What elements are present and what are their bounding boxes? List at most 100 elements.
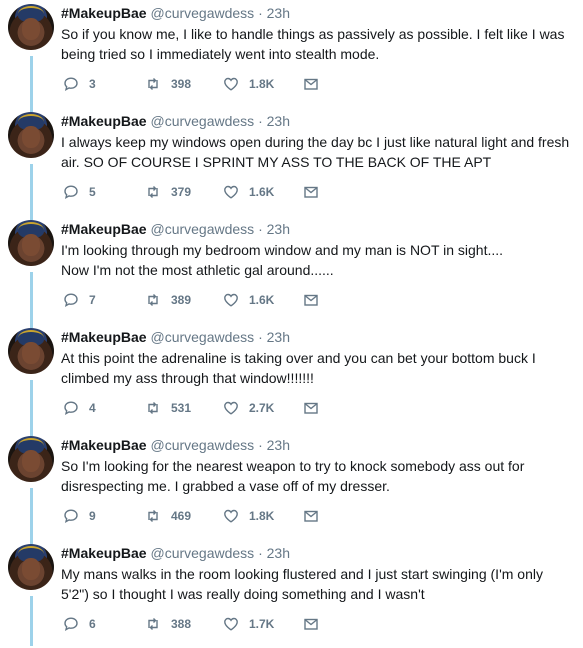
envelope-icon <box>303 616 319 632</box>
envelope-icon <box>303 184 319 200</box>
reply-count: 6 <box>89 617 96 631</box>
reply-count: 9 <box>89 509 96 523</box>
retweet-icon <box>145 184 161 200</box>
separator-dot: · <box>258 221 263 237</box>
retweet-count: 379 <box>171 185 192 199</box>
reply-button[interactable]: 6 <box>63 616 96 632</box>
user-handle[interactable]: @curvegawdess <box>150 329 254 345</box>
tweet-header: #MakeupBae @curvegawdess · 23h <box>61 220 290 238</box>
thread-connector-line <box>30 380 33 436</box>
like-button[interactable]: 1.6K <box>223 184 274 200</box>
separator-dot: · <box>258 5 263 21</box>
heart-icon <box>223 292 239 308</box>
retweet-count: 398 <box>171 77 192 91</box>
reply-count: 3 <box>89 77 96 91</box>
retweet-icon <box>145 400 161 416</box>
tweet-text: My mans walks in the room looking fluste… <box>61 566 543 602</box>
user-handle[interactable]: @curvegawdess <box>150 437 254 453</box>
tweet[interactable]: #MakeupBae @curvegawdess · 23h I'm lookin… <box>0 216 583 328</box>
reply-count: 4 <box>89 401 96 415</box>
avatar[interactable] <box>8 436 54 482</box>
reply-count: 7 <box>89 293 96 307</box>
retweet-button[interactable]: 379 <box>145 184 191 200</box>
like-button[interactable]: 1.8K <box>223 508 274 524</box>
reply-icon <box>63 616 79 632</box>
thread-connector-line <box>30 56 33 112</box>
tweet[interactable]: #MakeupBae @curvegawdess · 23h My mans wa… <box>0 540 583 648</box>
retweet-count: 389 <box>171 293 192 307</box>
timestamp[interactable]: 23h <box>267 329 290 345</box>
direct-message-button[interactable] <box>303 292 319 308</box>
retweet-button[interactable]: 469 <box>145 508 191 524</box>
direct-message-button[interactable] <box>303 508 319 524</box>
retweet-icon <box>145 76 161 92</box>
like-count: 1.7K <box>249 617 275 631</box>
display-name[interactable]: #MakeupBae <box>61 329 147 345</box>
user-handle[interactable]: @curvegawdess <box>150 113 254 129</box>
avatar[interactable] <box>8 328 54 374</box>
avatar[interactable] <box>8 220 54 266</box>
tweet[interactable]: #MakeupBae @curvegawdess · 23h So if you … <box>0 0 583 112</box>
timestamp[interactable]: 23h <box>267 5 290 21</box>
retweet-count: 469 <box>171 509 192 523</box>
tweet-text: So if you know me, I like to handle thin… <box>61 26 565 62</box>
heart-icon <box>223 616 239 632</box>
timestamp[interactable]: 23h <box>267 437 290 453</box>
avatar[interactable] <box>8 112 54 158</box>
reply-button[interactable]: 4 <box>63 400 96 416</box>
heart-icon <box>223 76 239 92</box>
retweet-icon <box>145 508 161 524</box>
like-button[interactable]: 2.7K <box>223 400 274 416</box>
separator-dot: · <box>258 329 263 345</box>
like-count: 1.6K <box>249 185 275 199</box>
retweet-count: 531 <box>171 401 192 415</box>
retweet-button[interactable]: 389 <box>145 292 191 308</box>
direct-message-button[interactable] <box>303 184 319 200</box>
display-name[interactable]: #MakeupBae <box>61 545 147 561</box>
reply-icon <box>63 292 79 308</box>
reply-button[interactable]: 3 <box>63 76 96 92</box>
thread-connector-line <box>30 272 33 328</box>
user-handle[interactable]: @curvegawdess <box>150 5 254 21</box>
display-name[interactable]: #MakeupBae <box>61 437 147 453</box>
direct-message-button[interactable] <box>303 400 319 416</box>
tweet[interactable]: #MakeupBae @curvegawdess · 23h I always k… <box>0 108 583 220</box>
like-count: 1.6K <box>249 293 275 307</box>
reply-button[interactable]: 5 <box>63 184 96 200</box>
envelope-icon <box>303 400 319 416</box>
tweet-text: I always keep my windows open during the… <box>61 134 570 170</box>
retweet-button[interactable]: 531 <box>145 400 191 416</box>
retweet-button[interactable]: 398 <box>145 76 191 92</box>
like-button[interactable]: 1.7K <box>223 616 274 632</box>
user-handle[interactable]: @curvegawdess <box>150 545 254 561</box>
retweet-icon <box>145 616 161 632</box>
tweet-header: #MakeupBae @curvegawdess · 23h <box>61 112 290 130</box>
like-button[interactable]: 1.6K <box>223 292 274 308</box>
tweet[interactable]: #MakeupBae @curvegawdess · 23h At this po… <box>0 324 583 436</box>
reply-icon <box>63 184 79 200</box>
like-button[interactable]: 1.8K <box>223 76 274 92</box>
reply-button[interactable]: 7 <box>63 292 96 308</box>
retweet-icon <box>145 292 161 308</box>
timestamp[interactable]: 23h <box>267 113 290 129</box>
tweet-header: #MakeupBae @curvegawdess · 23h <box>61 4 290 22</box>
timestamp[interactable]: 23h <box>267 221 290 237</box>
display-name[interactable]: #MakeupBae <box>61 5 147 21</box>
tweet[interactable]: #MakeupBae @curvegawdess · 23h So I'm loo… <box>0 432 583 544</box>
display-name[interactable]: #MakeupBae <box>61 113 147 129</box>
avatar[interactable] <box>8 4 54 50</box>
display-name[interactable]: #MakeupBae <box>61 221 147 237</box>
like-count: 2.7K <box>249 401 275 415</box>
direct-message-button[interactable] <box>303 76 319 92</box>
reply-button[interactable]: 9 <box>63 508 96 524</box>
direct-message-button[interactable] <box>303 616 319 632</box>
separator-dot: · <box>258 545 263 561</box>
retweet-button[interactable]: 388 <box>145 616 191 632</box>
heart-icon <box>223 508 239 524</box>
timestamp[interactable]: 23h <box>267 545 290 561</box>
envelope-icon <box>303 508 319 524</box>
user-handle[interactable]: @curvegawdess <box>150 221 254 237</box>
avatar[interactable] <box>8 544 54 590</box>
tweet-header: #MakeupBae @curvegawdess · 23h <box>61 436 290 454</box>
retweet-count: 388 <box>171 617 192 631</box>
